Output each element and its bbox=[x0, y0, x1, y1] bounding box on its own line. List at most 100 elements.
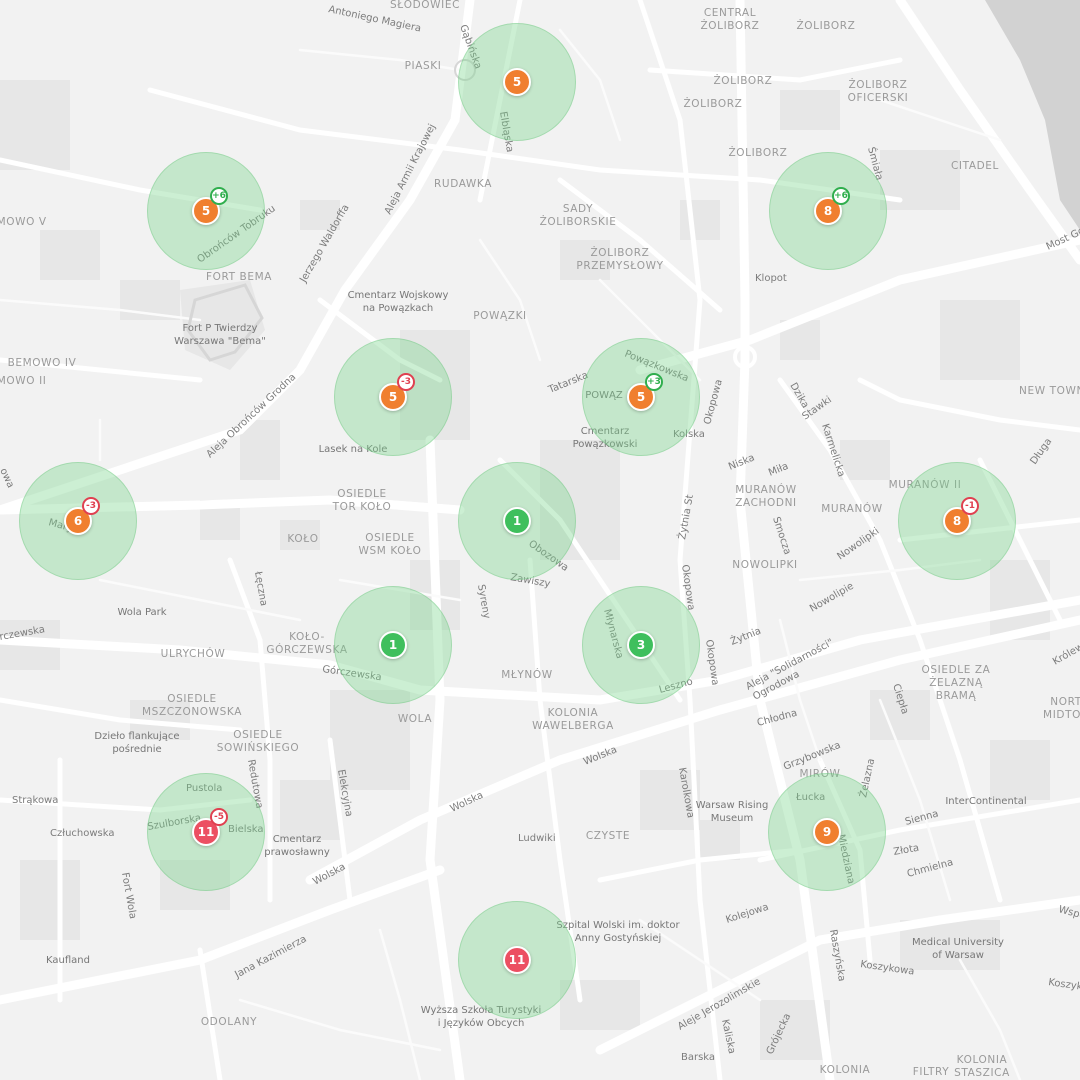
district-label: ŻOLIBORZ bbox=[714, 74, 773, 87]
district-label: MŁYNÓW bbox=[501, 668, 552, 681]
cluster-marker[interactable]: 8 +6 bbox=[769, 152, 887, 270]
street-label: Chmielna bbox=[906, 857, 954, 880]
district-label: BEMOWO IV bbox=[8, 357, 77, 369]
district-label: OSIEDLE bbox=[365, 532, 414, 544]
district-label: ŻOLIBORZ bbox=[591, 246, 650, 259]
cluster-count[interactable]: 1 bbox=[379, 631, 407, 659]
street-label: Człuchowska bbox=[50, 828, 115, 839]
poi-label: Fort P Twierdzy bbox=[183, 323, 258, 334]
change-badge: +3 bbox=[645, 373, 663, 391]
district-label: SADY bbox=[563, 203, 593, 215]
poi-label: Wola Park bbox=[117, 607, 166, 618]
cluster-marker[interactable]: 3 bbox=[582, 586, 700, 704]
poi-label: Szpital Wolski im. doktor bbox=[556, 920, 680, 931]
district-label: KOLONIA bbox=[548, 707, 599, 719]
cluster-marker[interactable]: 6 -3 bbox=[19, 462, 137, 580]
street-label: Barska bbox=[681, 1052, 715, 1063]
district-label: POWĄZKI bbox=[473, 310, 527, 322]
district-label: SOWIŃSKIEGO bbox=[217, 741, 300, 754]
cluster-count[interactable]: 1 bbox=[503, 507, 531, 535]
cluster-count[interactable]: 11 bbox=[503, 946, 531, 974]
street-label: Koszyk bbox=[1048, 977, 1080, 993]
cluster-marker[interactable]: 5 -3 bbox=[334, 338, 452, 456]
district-label: KOLONIA bbox=[820, 1064, 871, 1076]
street-label: Kolejowa bbox=[725, 902, 771, 926]
change-badge: -3 bbox=[397, 373, 415, 391]
street-label: Miła bbox=[767, 461, 790, 479]
street-label: Okopowa bbox=[702, 378, 725, 425]
district-label: EMOWO II bbox=[0, 375, 46, 387]
district-label: CITADEL bbox=[951, 160, 999, 172]
district-label: OFICERSKI bbox=[848, 92, 909, 104]
district-label: ZACHODNI bbox=[735, 497, 797, 509]
district-label: KOŁO- bbox=[289, 631, 325, 643]
district-label: OSIEDLE bbox=[337, 488, 386, 500]
district-label: SŁODOWIEC bbox=[390, 0, 460, 11]
street-label: Nowolipki bbox=[835, 526, 881, 563]
poi-label: Museum bbox=[711, 813, 753, 824]
cluster-marker[interactable]: 5 +6 bbox=[147, 152, 265, 270]
district-label: ŻOLIBORZ bbox=[797, 19, 856, 32]
poi-label: prawosławny bbox=[264, 847, 330, 858]
poi-label: Medical University bbox=[912, 937, 1004, 948]
district-label: ŻOLIBORSKIE bbox=[540, 215, 617, 228]
cluster-marker[interactable]: 1 bbox=[458, 462, 576, 580]
street-label: Syreny bbox=[475, 584, 492, 620]
district-label: WAWELBERGA bbox=[532, 720, 614, 732]
map-view[interactable]: SŁODOWIEC CENTRAL ŻOLIBORZ ŻOLIBORZ ŻOLI… bbox=[0, 0, 1080, 1080]
change-badge: +6 bbox=[832, 187, 850, 205]
district-label: ŻOLIBORZ bbox=[849, 78, 908, 91]
cluster-count[interactable]: 9 bbox=[813, 818, 841, 846]
street-label: Wolska bbox=[449, 790, 486, 815]
district-label: RUDAWKA bbox=[434, 178, 492, 190]
poi-label: na Powązkach bbox=[363, 303, 434, 314]
street-label: Strąkowa bbox=[12, 795, 58, 806]
district-label: ŻELAZNĄ bbox=[929, 676, 983, 689]
district-label: EMOWO V bbox=[0, 216, 47, 228]
cluster-marker[interactable]: 11 bbox=[458, 901, 576, 1019]
street-label: Żytnia St bbox=[675, 493, 696, 540]
district-label: OSIEDLE bbox=[233, 729, 282, 741]
cluster-count[interactable]: 3 bbox=[627, 631, 655, 659]
change-badge: +6 bbox=[210, 187, 228, 205]
district-label: TOR KOŁO bbox=[332, 501, 392, 513]
cluster-marker[interactable]: 8 -1 bbox=[898, 462, 1016, 580]
cluster-marker[interactable]: 5 +3 bbox=[582, 338, 700, 456]
poi-label: Warsaw Rising bbox=[696, 800, 769, 811]
poi-label: Cmentarz bbox=[273, 834, 322, 845]
district-label: STASZICA bbox=[954, 1067, 1010, 1079]
district-label: PRZEMYSŁOWY bbox=[576, 260, 663, 272]
district-label: KOLONIA bbox=[957, 1054, 1008, 1066]
street-label: Łęczna bbox=[252, 570, 269, 607]
street-label: Kaliska bbox=[719, 1018, 737, 1055]
street-label: owa bbox=[0, 467, 16, 490]
street-label: Wspó bbox=[1057, 903, 1080, 922]
street-label: Smocza bbox=[770, 516, 793, 557]
district-label: FILTRY bbox=[913, 1066, 950, 1078]
poi-label: Cmentarz Wojskowy bbox=[348, 290, 449, 301]
poi-label: Anny Gostyńskiej bbox=[575, 932, 662, 944]
cluster-marker[interactable]: 1 bbox=[334, 586, 452, 704]
poi-label: Warszawa "Bema" bbox=[174, 336, 266, 347]
district-label: WSM KOŁO bbox=[359, 545, 422, 557]
street-label: Ludwiki bbox=[518, 833, 556, 844]
street-label: Królew bbox=[1051, 640, 1080, 667]
district-label: NOWOLIPKI bbox=[732, 559, 797, 571]
cluster-marker[interactable]: 11 -5 bbox=[147, 773, 265, 891]
cluster-marker[interactable]: 9 bbox=[768, 773, 886, 891]
change-badge: -1 bbox=[961, 497, 979, 515]
district-label: OSIEDLE ZA bbox=[922, 664, 991, 676]
cluster-marker[interactable]: 5 bbox=[458, 23, 576, 141]
district-label: WOLA bbox=[398, 713, 433, 725]
street-label: Fort Wola bbox=[119, 872, 138, 920]
cluster-count[interactable]: 5 bbox=[503, 68, 531, 96]
change-badge: -3 bbox=[82, 497, 100, 515]
district-label: ULRYCHÓW bbox=[161, 647, 226, 660]
poi-label: Kaufland bbox=[46, 955, 90, 966]
street-label: Nowolipie bbox=[808, 581, 856, 615]
street-label: Długa bbox=[1028, 436, 1054, 466]
poi-label: of Warsaw bbox=[932, 950, 984, 961]
district-label: ŻOLIBORZ bbox=[701, 19, 760, 32]
district-label: CZYSTE bbox=[586, 830, 630, 842]
district-label: PIASKI bbox=[405, 60, 442, 72]
